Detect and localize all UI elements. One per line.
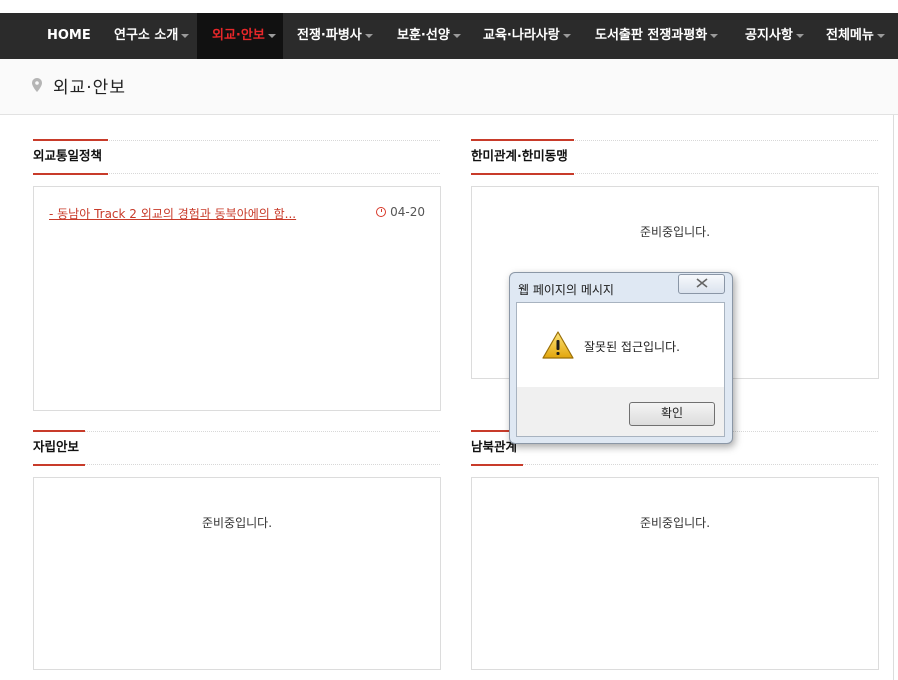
dialog-message: 잘못된 접근입니다. (584, 340, 680, 354)
nav-label: 공지사항 (745, 28, 793, 43)
nav-item-home[interactable]: HOME (47, 13, 91, 59)
nav-item-veterans[interactable]: 보훈·선양 (397, 13, 461, 59)
section-title[interactable]: 외교통일정책 (33, 139, 109, 175)
chevron-down-icon (267, 33, 276, 38)
nav-label: 외교·안보 (212, 28, 265, 43)
preparing-text: 준비중입니다. (201, 516, 273, 530)
section-box-self-defense: 준비중입니다. (33, 477, 441, 670)
page-title-bar (0, 59, 898, 115)
close-icon (696, 278, 707, 288)
section-header-self-defense: 자립안보 (33, 430, 440, 466)
news-item-date: 04-20 (376, 205, 425, 219)
alert-dialog: 웹 페이지의 메시지 잘못된 접근입니다. 확인 (509, 272, 733, 444)
nav-label: 보훈·선양 (397, 28, 450, 43)
chevron-down-icon (181, 33, 190, 38)
section-title[interactable]: 한미관계·한미동맹 (471, 139, 574, 175)
nav-item-all-menu[interactable]: 전체메뉴 (826, 13, 885, 59)
nav-item-war-history[interactable]: 전쟁·파병사 (297, 13, 373, 59)
chevron-down-icon (452, 33, 461, 38)
section-title[interactable]: 자립안보 (33, 430, 86, 466)
nav-label: 교육·나라사랑 (483, 28, 560, 43)
nav-label: 연구소 소개 (114, 28, 179, 43)
divider (893, 115, 894, 680)
chevron-down-icon (795, 33, 804, 38)
clock-icon (376, 207, 387, 217)
chevron-down-icon (710, 33, 719, 38)
nav-item-about[interactable]: 연구소 소개 (114, 13, 190, 59)
nav-label: 도서출판 전쟁과평화 (595, 28, 708, 43)
nav-item-education[interactable]: 교육·나라사랑 (483, 13, 571, 59)
dialog-title: 웹 페이지의 메시지 (518, 283, 614, 297)
nav-label: 전쟁·파병사 (297, 28, 362, 43)
section-box-inter-korea: 준비중입니다. (471, 477, 879, 670)
dialog-body: 잘못된 접근입니다. 확인 (516, 302, 725, 437)
chevron-down-icon (364, 33, 373, 38)
ok-button[interactable]: 확인 (629, 402, 715, 426)
preparing-text: 준비중입니다. (639, 225, 711, 239)
news-item-link[interactable]: - 동남아 Track 2 외교의 경험과 동북아에의 함... (49, 205, 296, 222)
nav-item-publishing[interactable]: 도서출판 전쟁과평화 (595, 13, 719, 59)
map-pin-icon (32, 78, 42, 92)
chevron-down-icon (562, 33, 571, 38)
section-header-alliance: 한미관계·한미동맹 (471, 139, 878, 175)
preparing-text: 준비중입니다. (639, 516, 711, 530)
nav-label: HOME (47, 28, 91, 43)
top-navigation: HOME 연구소 소개 외교·안보 전쟁·파병사 보훈·선양 교육·나라사랑 도… (0, 13, 898, 59)
close-button[interactable] (678, 274, 725, 294)
nav-item-diplomacy[interactable]: 외교·안보 (197, 13, 283, 59)
nav-item-notices[interactable]: 공지사항 (745, 13, 804, 59)
chevron-down-icon (876, 33, 885, 38)
date-text: 04-20 (390, 205, 425, 219)
section-header-diplomacy: 외교통일정책 (33, 139, 440, 175)
page-title: 외교·안보 (53, 78, 126, 98)
warning-icon (542, 331, 574, 359)
section-box-diplomacy: - 동남아 Track 2 외교의 경험과 동북아에의 함... 04-20 (33, 186, 441, 411)
nav-label: 전체메뉴 (826, 28, 874, 43)
